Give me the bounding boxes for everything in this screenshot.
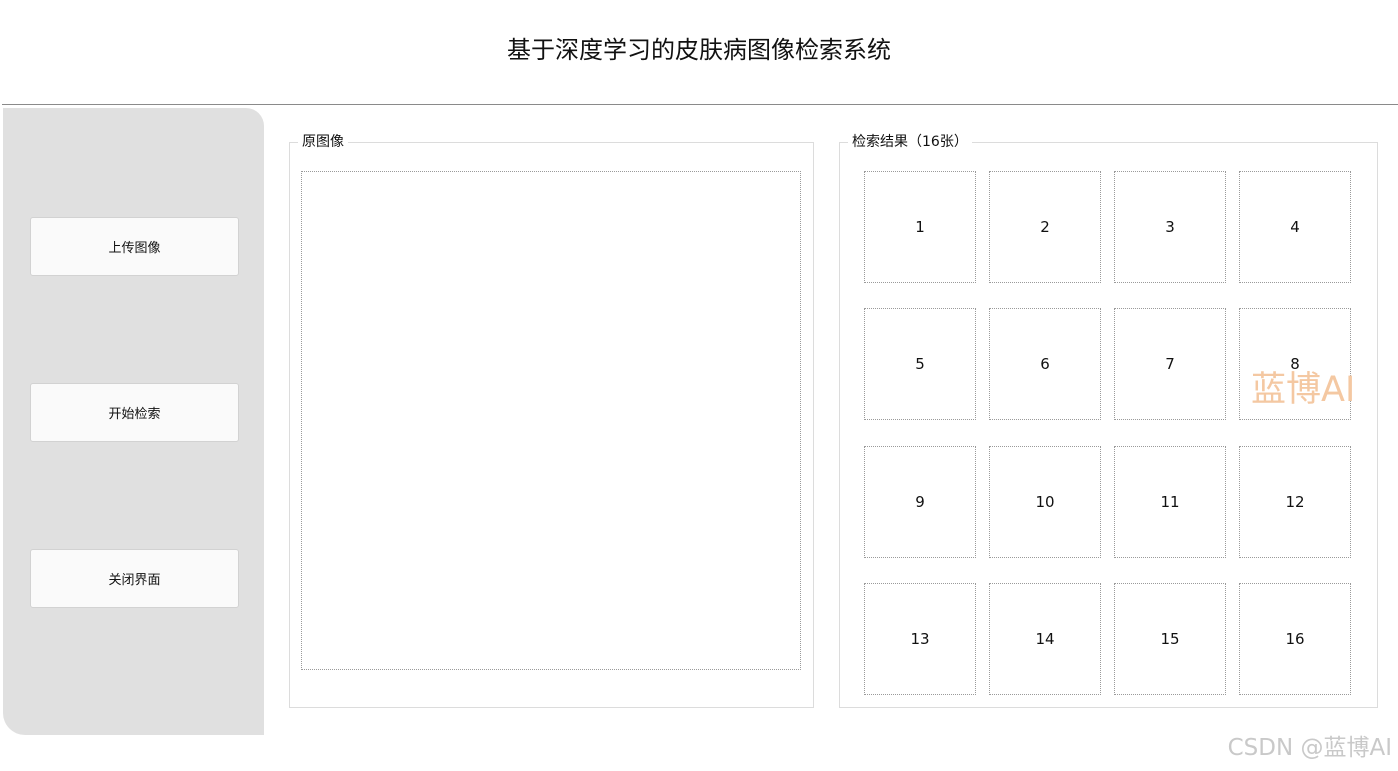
result-cell: 5: [864, 308, 976, 420]
result-cell: 16: [1239, 583, 1351, 695]
result-cell: 9: [864, 446, 976, 558]
result-cell: 1: [864, 171, 976, 283]
result-cell: 6: [989, 308, 1101, 420]
header-divider: [2, 104, 1398, 105]
upload-image-button[interactable]: 上传图像: [30, 217, 239, 276]
result-cell: 4: [1239, 171, 1351, 283]
result-cell: 15: [1114, 583, 1226, 695]
result-cell: 13: [864, 583, 976, 695]
app-title: 基于深度学习的皮肤病图像检索系统: [507, 36, 891, 64]
result-cell: 3: [1114, 171, 1226, 283]
watermark-logo: 蓝博AI: [1251, 370, 1356, 410]
result-cell: 7: [1114, 308, 1226, 420]
results-group: 检索结果（16张） 1 2 3 4 5 6 7 8 9 10 11 12 13 …: [839, 133, 1378, 708]
original-image-group: 原图像: [289, 133, 814, 708]
original-image-display: [301, 171, 801, 670]
results-title: 检索结果（16张）: [848, 133, 972, 151]
result-cell: 14: [989, 583, 1101, 695]
result-cell: 12: [1239, 446, 1351, 558]
result-cell: 11: [1114, 446, 1226, 558]
start-search-button[interactable]: 开始检索: [30, 383, 239, 442]
result-cell: 2: [989, 171, 1101, 283]
close-window-button[interactable]: 关闭界面: [30, 549, 239, 608]
original-image-title: 原图像: [298, 133, 348, 151]
result-cell: 10: [989, 446, 1101, 558]
sidebar: 上传图像 开始检索 关闭界面: [3, 108, 264, 735]
csdn-watermark: CSDN @蓝博AI: [1227, 735, 1392, 761]
